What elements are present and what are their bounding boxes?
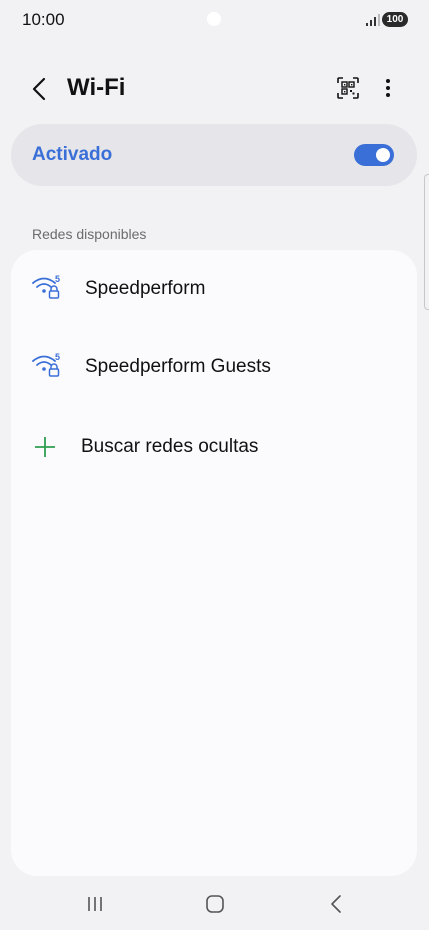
system-nav-bar xyxy=(0,880,429,930)
page-title: Wi-Fi xyxy=(67,74,126,101)
wifi-toggle-card[interactable]: Activado xyxy=(11,124,417,186)
add-hidden-network-button[interactable]: Buscar redes ocultas xyxy=(11,422,417,482)
add-hidden-network-label: Buscar redes ocultas xyxy=(81,436,259,457)
recent-apps-icon[interactable] xyxy=(85,894,105,914)
camera-cutout xyxy=(207,12,221,26)
qr-scan-button[interactable] xyxy=(334,74,362,102)
app-header: Wi-Fi xyxy=(0,64,429,114)
home-icon[interactable] xyxy=(205,894,225,914)
wifi-toggle-label: Activado xyxy=(32,144,113,165)
battery-indicator: 100 xyxy=(382,12,408,27)
svg-text:5: 5 xyxy=(55,274,60,284)
more-options-button[interactable] xyxy=(377,74,399,102)
network-name: Speedperform xyxy=(85,278,206,299)
networks-list: 5 Speedperform 5 Speedperform Guests Bus… xyxy=(11,250,417,876)
status-bar: 10:00 100 xyxy=(0,0,429,40)
network-item-speedperform[interactable]: 5 Speedperform xyxy=(11,250,417,320)
qr-code-scan-icon xyxy=(337,77,359,99)
available-networks-header: Redes disponibles xyxy=(32,226,147,242)
back-button[interactable] xyxy=(26,74,52,104)
network-name: Speedperform Guests xyxy=(85,356,271,377)
wifi-5ghz-locked-icon: 5 xyxy=(32,352,60,377)
more-vertical-icon xyxy=(386,79,390,97)
toggle-knob xyxy=(376,148,390,162)
status-time: 10:00 xyxy=(22,10,65,29)
plus-icon xyxy=(35,437,55,457)
wifi-5ghz-locked-icon: 5 xyxy=(32,274,60,299)
scroll-handle[interactable] xyxy=(424,174,429,310)
chevron-left-icon xyxy=(32,77,46,101)
wifi-toggle-switch[interactable] xyxy=(354,144,394,166)
network-item-speedperform-guests[interactable]: 5 Speedperform Guests xyxy=(11,328,417,398)
signal-bars-icon xyxy=(366,14,380,26)
svg-text:5: 5 xyxy=(55,352,60,362)
back-icon[interactable] xyxy=(326,893,346,915)
